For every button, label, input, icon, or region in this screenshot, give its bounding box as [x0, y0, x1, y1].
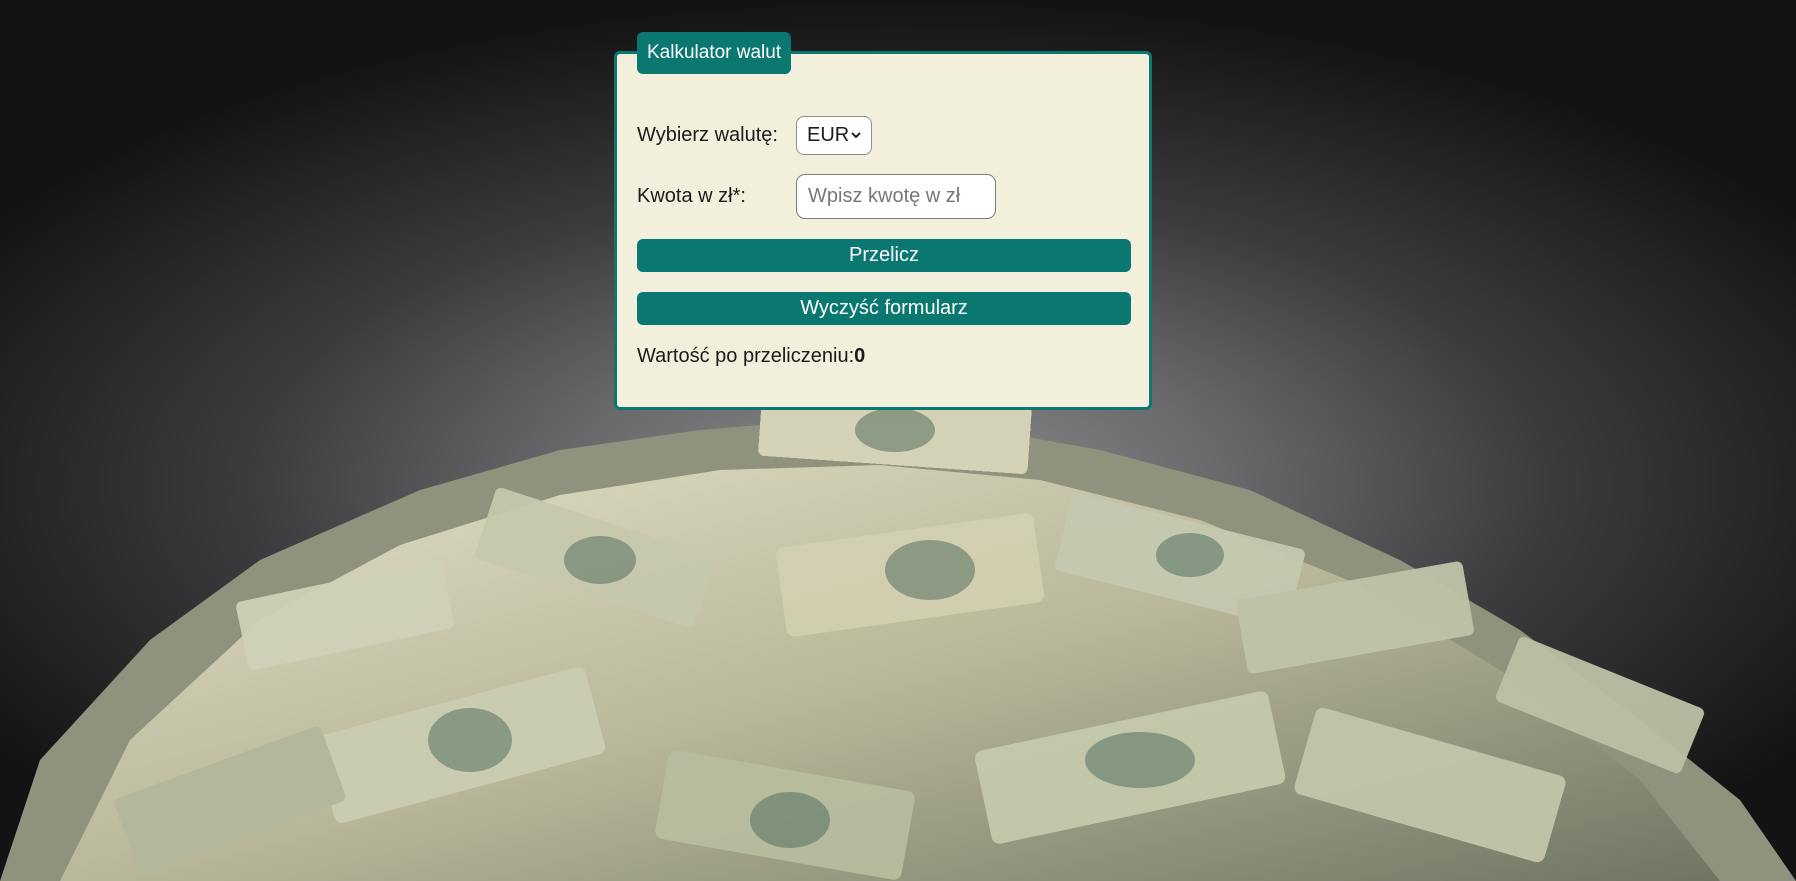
convert-button[interactable]: Przelicz [637, 239, 1131, 272]
currency-label: Wybierz walutę: [637, 124, 778, 146]
currency-calculator-panel: Kalkulator walut Wybierz walutę: EUR Kwo… [614, 32, 1152, 410]
clear-form-button[interactable]: Wyczyść formularz [637, 292, 1131, 325]
calculator-title: Kalkulator walut [637, 32, 792, 74]
result-label: Wartość po przeliczeniu: [637, 345, 855, 367]
amount-input[interactable] [796, 174, 996, 219]
amount-row: Kwota w zł*: [637, 174, 996, 219]
conversion-result: Wartość po przeliczeniu:0 [637, 345, 865, 368]
currency-row: Wybierz walutę: EUR [637, 116, 872, 155]
result-value: 0 [854, 345, 866, 367]
chevron-down-icon [851, 132, 861, 139]
amount-label: Kwota w zł*: [637, 185, 746, 207]
currency-selected-value: EUR [807, 124, 850, 146]
currency-select[interactable]: EUR [796, 116, 872, 155]
